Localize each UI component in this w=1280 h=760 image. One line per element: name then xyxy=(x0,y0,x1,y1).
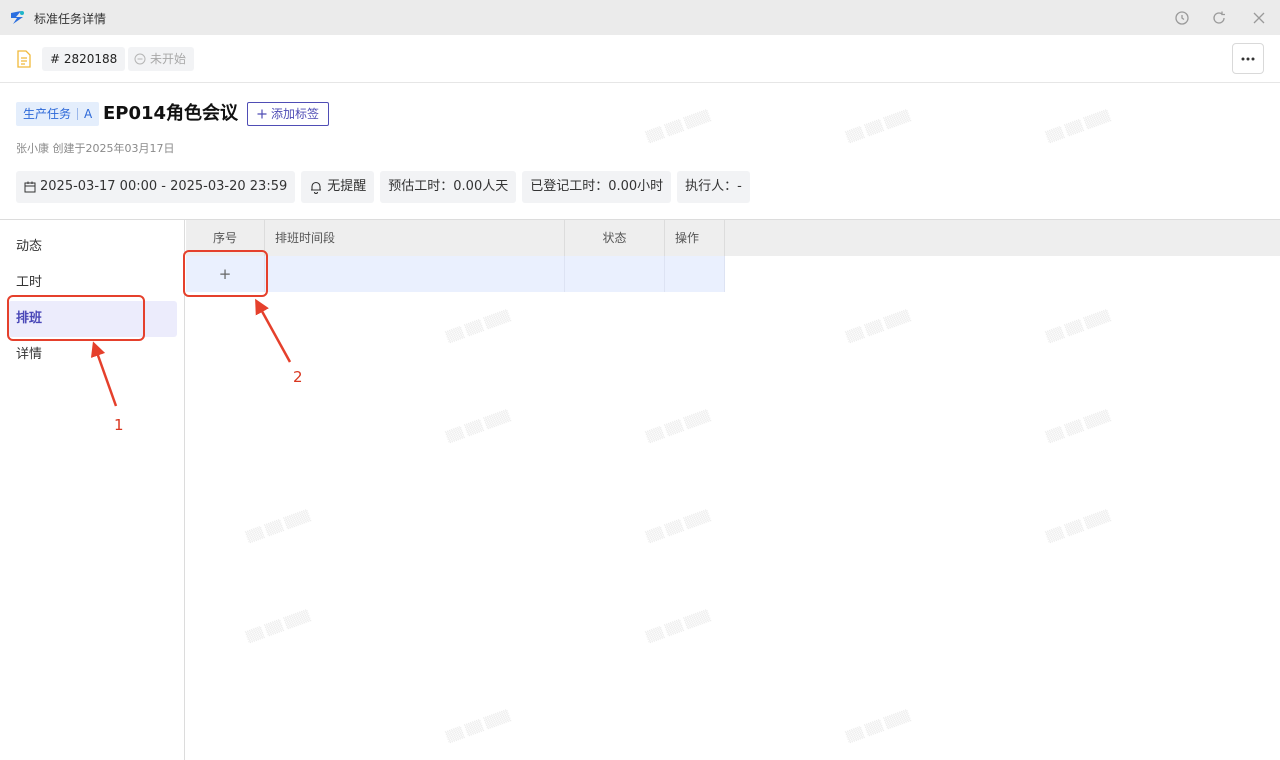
reminder-chip[interactable]: 无提醒 xyxy=(301,171,375,203)
watermark: ▒▒ ▒▒ ▒▒▒ xyxy=(444,309,512,344)
document-icon xyxy=(17,50,31,68)
watermark: ▒▒ ▒▒ ▒▒▒ xyxy=(844,709,912,744)
task-id-chip[interactable]: # 2820188 xyxy=(42,47,126,71)
more-dots-icon xyxy=(1241,57,1255,60)
column-header-status: 状态 xyxy=(565,220,665,256)
status-label: 未开始 xyxy=(150,52,187,66)
assignee-chip[interactable]: 执行人：- xyxy=(677,171,750,203)
app-logo-icon xyxy=(11,11,24,24)
watermark: ▒▒ ▒▒ ▒▒▒ xyxy=(844,309,912,344)
tag-separator xyxy=(77,108,79,120)
watermark: ▒▒ ▒▒ ▒▒▒ xyxy=(1044,409,1112,444)
reminder-text: 无提醒 xyxy=(327,179,367,194)
task-meta-row: 2025-03-17 00:00 - 2025-03-20 23:59 无提醒 … xyxy=(16,171,750,203)
watermark: ▒▒ ▒▒ ▒▒▒ xyxy=(444,409,512,444)
add-tag-label: 添加标签 xyxy=(271,107,320,121)
history-button[interactable] xyxy=(1172,8,1192,28)
window-title: 标准任务详情 xyxy=(34,12,107,26)
refresh-icon xyxy=(1213,11,1225,24)
watermark: ▒▒ ▒▒ ▒▒▒ xyxy=(244,609,312,644)
logged-hours-chip[interactable]: 已登记工时：0.00小时 xyxy=(522,171,672,203)
annotation-box-1 xyxy=(7,295,145,341)
watermark: ▒▒ ▒▒ ▒▒▒ xyxy=(844,109,912,144)
add-tag-button[interactable]: 添加标签 xyxy=(247,102,330,126)
creator-info: 张小康 创建于2025年03月17日 xyxy=(16,142,175,155)
watermark: ▒▒ ▒▒ ▒▒▒ xyxy=(1044,309,1112,344)
task-level-label: A xyxy=(84,107,93,121)
watermark: ▒▒ ▒▒ ▒▒▒ xyxy=(1044,509,1112,544)
watermark: ▒▒ ▒▒ ▒▒▒ xyxy=(1044,109,1112,144)
watermark: ▒▒ ▒▒ ▒▒▒ xyxy=(444,709,512,744)
date-range-chip[interactable]: 2025-03-17 00:00 - 2025-03-20 23:59 xyxy=(16,171,296,203)
close-button[interactable] xyxy=(1249,8,1269,28)
bell-icon xyxy=(311,181,322,194)
refresh-button[interactable] xyxy=(1209,8,1229,28)
actions-cell xyxy=(665,256,725,292)
status-cell xyxy=(565,256,665,292)
table-header: 序号 排班时间段 状态 操作 xyxy=(186,220,1280,256)
column-header-actions: 操作 xyxy=(665,220,725,256)
annotation-arrow-2 xyxy=(255,298,292,363)
estimated-hours-chip[interactable]: 预估工时：0.00人天 xyxy=(380,171,517,203)
column-header-time-slot: 排班时间段 xyxy=(265,220,565,256)
task-title: EP014角色会议 xyxy=(103,103,239,124)
watermark: ▒▒ ▒▒ ▒▒▒ xyxy=(644,109,712,144)
task-type-tag: 生产任务 A xyxy=(16,102,100,126)
task-type-label: 生产任务 xyxy=(23,107,72,121)
more-actions-button[interactable] xyxy=(1232,43,1264,74)
calendar-icon xyxy=(24,181,36,193)
status-chip[interactable]: 未开始 xyxy=(128,47,195,71)
history-icon xyxy=(1175,11,1189,25)
sidebar-item-details[interactable]: 详情 xyxy=(8,337,177,373)
plus-icon xyxy=(257,109,267,119)
status-pending-icon xyxy=(134,53,146,65)
annotation-label-1: 1 xyxy=(114,416,124,434)
window-titlebar: 标准任务详情 xyxy=(0,0,1280,35)
task-toolbar: # 2820188 未开始 xyxy=(0,35,1280,83)
watermark: ▒▒ ▒▒ ▒▒▒ xyxy=(244,509,312,544)
time-slot-cell xyxy=(265,256,565,292)
close-icon xyxy=(1253,12,1265,24)
watermark: ▒▒ ▒▒ ▒▒▒ xyxy=(644,509,712,544)
sidebar-item-activity[interactable]: 动态 xyxy=(8,229,177,265)
annotation-box-2 xyxy=(183,250,268,297)
annotation-label-2: 2 xyxy=(293,368,303,386)
date-range-text: 2025-03-17 00:00 - 2025-03-20 23:59 xyxy=(40,179,288,194)
watermark: ▒▒ ▒▒ ▒▒▒ xyxy=(644,409,712,444)
watermark: ▒▒ ▒▒ ▒▒▒ xyxy=(644,609,712,644)
